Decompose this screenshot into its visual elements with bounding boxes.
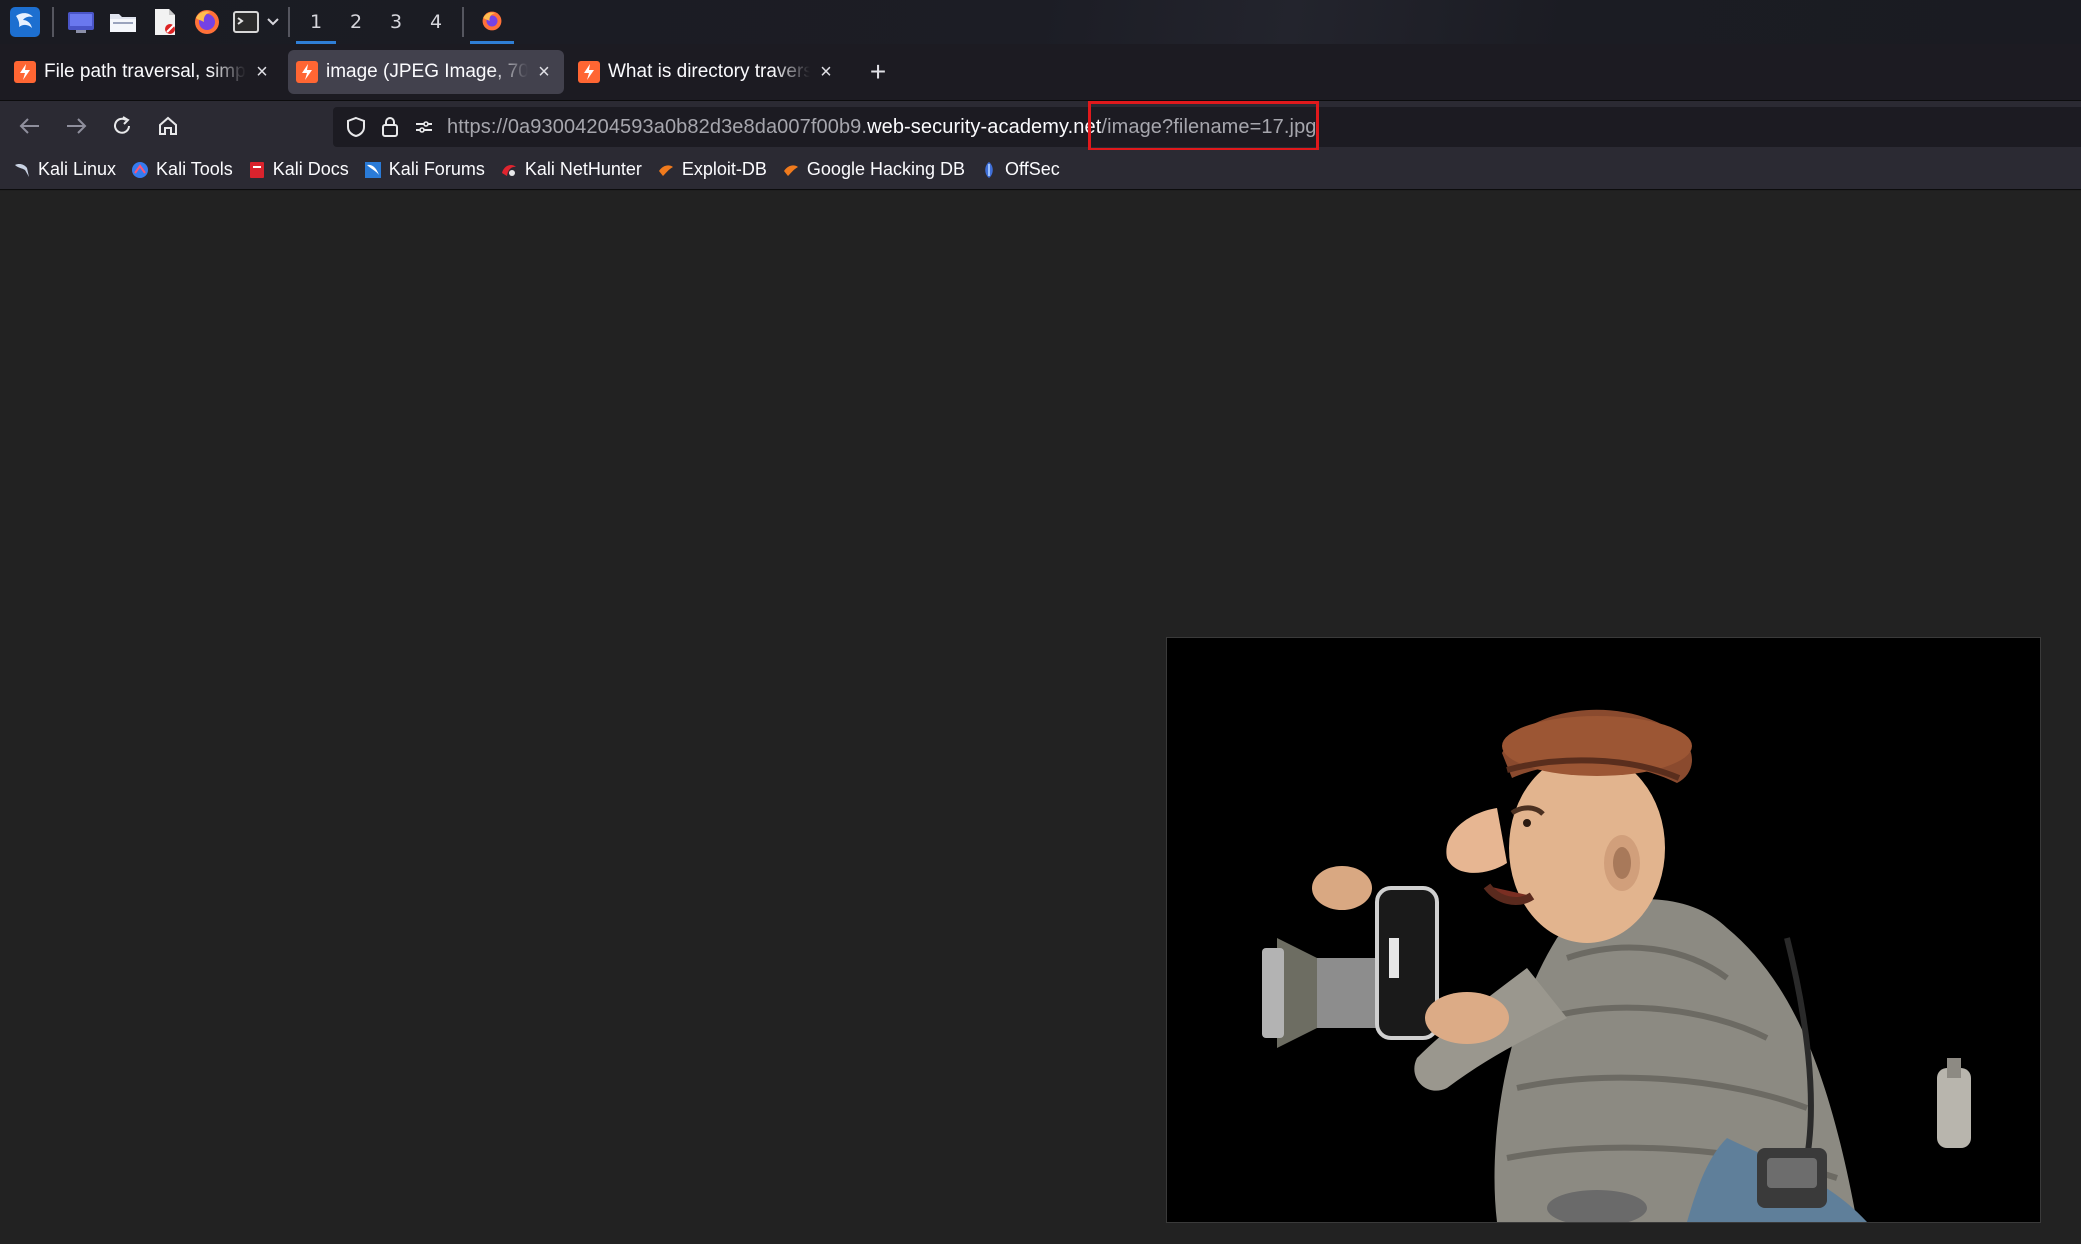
exploit-db-icon — [656, 160, 676, 180]
bookmark-label: Exploit-DB — [681, 159, 767, 179]
close-icon[interactable]: × — [816, 62, 836, 82]
desktop-icon[interactable] — [64, 5, 98, 39]
offsec-icon — [979, 160, 999, 180]
kali-menu-icon[interactable] — [8, 5, 42, 39]
workspace-2[interactable]: 2 — [336, 0, 376, 44]
tracking-protection-shield-icon[interactable] — [339, 110, 373, 144]
workspace-3[interactable]: 3 — [376, 0, 416, 44]
text-editor-icon[interactable] — [148, 5, 182, 39]
home-icon — [159, 116, 177, 135]
nethunter-icon — [499, 160, 519, 180]
arrow-left-icon — [19, 117, 39, 134]
bookmarks-toolbar: Kali Linux Kali Tools Kali Docs Kali For… — [0, 150, 2081, 190]
navigation-toolbar: https://0a93004204593a0b82d3e8da007f00b9… — [0, 100, 2081, 150]
bookmark-label: OffSec — [1005, 159, 1060, 179]
kali-docs-icon — [247, 160, 267, 180]
kali-forums-icon — [363, 160, 383, 180]
bookmark-kali-forums[interactable]: Kali Forums — [363, 159, 485, 180]
kali-dragon-icon — [12, 160, 32, 180]
forward-button[interactable] — [54, 104, 98, 148]
bookmark-exploit-db[interactable]: Exploit-DB — [656, 159, 767, 180]
tab-strip: File path traversal, simple case × image… — [0, 44, 2081, 100]
photographer-figurine-illustration — [1167, 638, 2040, 1226]
portswigger-favicon-icon — [296, 61, 318, 83]
portswigger-favicon-icon — [14, 61, 36, 83]
home-button[interactable] — [146, 104, 190, 148]
tab-title: What is directory traversal — [608, 61, 810, 82]
permissions-icon[interactable] — [407, 110, 441, 144]
bookmark-kali-docs[interactable]: Kali Docs — [247, 159, 349, 180]
bookmark-label: Google Hacking DB — [806, 159, 966, 179]
back-button[interactable] — [8, 104, 52, 148]
terminal-icon[interactable] — [232, 5, 260, 39]
ghdb-icon — [781, 160, 801, 180]
url-path-highlight-box — [1088, 101, 1319, 151]
bookmark-label: Kali NetHunter — [524, 159, 642, 179]
taskbar: 1 2 3 4 — [0, 0, 2081, 44]
bookmark-label: Kali Docs — [272, 159, 349, 179]
jpeg-image-photographer-figurine[interactable] — [1166, 637, 2041, 1226]
arrow-right-icon — [67, 117, 87, 134]
bookmark-offsec[interactable]: OffSec — [979, 159, 1060, 180]
tab-file-path-traversal[interactable]: File path traversal, simple case × — [6, 50, 282, 94]
bookmark-google-hacking-db[interactable]: Google Hacking DB — [781, 159, 965, 180]
url-domain: web-security-academy.net — [867, 115, 1102, 138]
bookmark-label: Kali Tools — [156, 159, 233, 179]
firefox-icon[interactable] — [190, 5, 224, 39]
new-tab-button[interactable]: + — [858, 52, 898, 92]
bookmark-kali-linux[interactable]: Kali Linux — [12, 159, 116, 180]
firefox-icon — [482, 11, 502, 30]
firefox-window-button[interactable] — [470, 0, 514, 44]
lock-icon[interactable] — [373, 110, 407, 144]
portswigger-favicon-icon — [578, 61, 600, 83]
tab-directory-traversal[interactable]: What is directory traversal × — [570, 50, 846, 94]
chevron-down-icon[interactable] — [264, 5, 282, 39]
file-manager-icon[interactable] — [106, 5, 140, 39]
taskbar-separator — [288, 7, 290, 37]
workspace-1[interactable]: 1 — [296, 0, 336, 44]
bookmark-kali-nethunter[interactable]: Kali NetHunter — [499, 159, 642, 180]
reload-icon — [114, 115, 130, 134]
close-icon[interactable]: × — [534, 62, 554, 82]
close-icon[interactable]: × — [252, 62, 272, 82]
tab-image-jpeg[interactable]: image (JPEG Image, 700 × 467 pixels) × — [288, 50, 564, 94]
bookmark-label: Kali Forums — [388, 159, 485, 179]
reload-button[interactable] — [100, 104, 144, 148]
bookmark-kali-tools[interactable]: Kali Tools — [130, 159, 233, 180]
workspace-4[interactable]: 4 — [416, 0, 456, 44]
taskbar-separator — [52, 7, 54, 37]
kali-tools-icon — [130, 160, 150, 180]
taskbar-separator — [462, 7, 464, 37]
url-prefix: https://0a93004204593a0b82d3e8da007f00b9… — [447, 115, 868, 138]
bookmark-label: Kali Linux — [38, 159, 117, 179]
tab-title: File path traversal, simple case — [44, 61, 246, 82]
tab-title: image (JPEG Image, 700 × 467 pixels) — [326, 61, 528, 82]
